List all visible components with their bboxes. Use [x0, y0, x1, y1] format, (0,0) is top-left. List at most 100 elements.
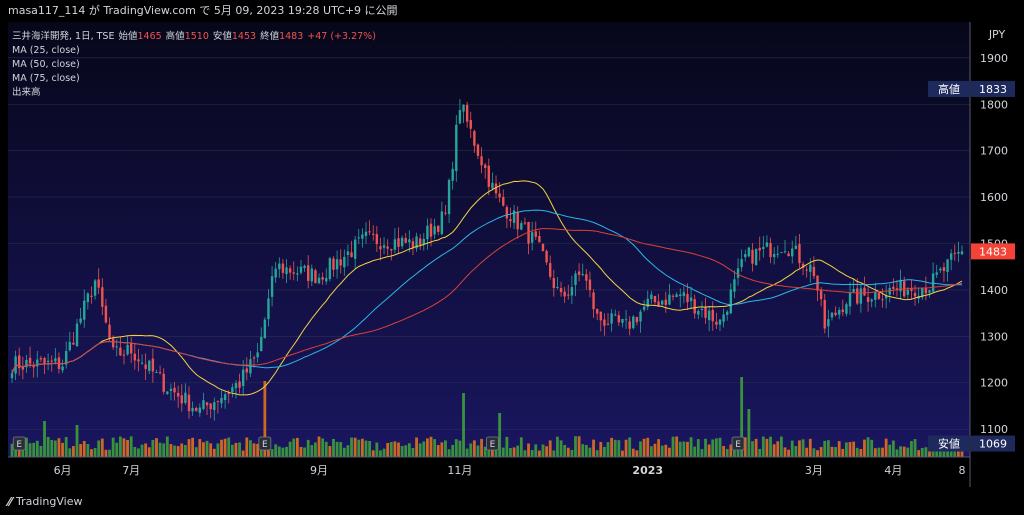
- candle: [848, 292, 852, 307]
- candle: [957, 251, 960, 254]
- candle: [563, 291, 566, 297]
- volume-bar: [252, 443, 256, 457]
- volume-bar: [509, 448, 512, 457]
- price-chart[interactable]: EEEEE JPY1100120013001400150016001700180…: [0, 0, 1024, 489]
- volume-bar: [249, 440, 252, 457]
- volume-bar: [599, 442, 603, 457]
- volume-bar: [906, 447, 910, 457]
- candle: [216, 400, 220, 402]
- y-tick-label: 1800: [980, 98, 1008, 111]
- candle: [328, 258, 332, 280]
- volume-bar: [306, 439, 310, 457]
- volume-bar: [722, 445, 725, 457]
- volume-bar: [274, 444, 278, 457]
- y-tick-label: 1900: [980, 52, 1008, 65]
- volume-bar: [342, 447, 346, 457]
- volume-bar: [79, 444, 83, 457]
- volume-bar: [653, 443, 657, 457]
- volume-bar: [72, 446, 75, 457]
- y-tick-label: 1100: [980, 423, 1008, 436]
- volume-bar: [458, 440, 462, 457]
- candle: [729, 289, 733, 314]
- candle: [39, 358, 43, 360]
- volume-bar: [288, 441, 292, 457]
- candle: [877, 292, 881, 299]
- candle: [791, 248, 794, 257]
- low-tag-value: 1069: [979, 438, 1007, 451]
- candle: [686, 294, 689, 303]
- candle: [599, 311, 602, 321]
- candle: [476, 144, 480, 156]
- candle: [241, 369, 245, 386]
- volume-bar: [574, 436, 577, 457]
- candle: [317, 277, 321, 284]
- volume-bar: [826, 440, 830, 457]
- candle: [859, 288, 863, 304]
- candle: [776, 253, 779, 255]
- x-tick-label: 3月: [805, 464, 823, 477]
- candle: [173, 387, 176, 393]
- volume-bar: [877, 447, 881, 457]
- candle: [332, 258, 335, 270]
- candle: [480, 156, 483, 166]
- volume-bar: [415, 437, 418, 457]
- candle: [130, 342, 133, 354]
- candle: [379, 246, 382, 250]
- candle: [830, 312, 834, 318]
- volume-bar: [400, 445, 404, 457]
- high-tag-value: 1833: [979, 83, 1007, 96]
- volume-bar: [28, 443, 32, 457]
- candle: [671, 295, 675, 297]
- candle: [364, 231, 368, 236]
- volume-bar: [285, 446, 288, 457]
- volume-bar: [61, 442, 64, 457]
- candle: [361, 234, 364, 239]
- volume-bar: [816, 450, 819, 457]
- candle: [523, 222, 527, 224]
- volume-bar: [397, 442, 400, 457]
- candle: [491, 182, 494, 189]
- candle: [787, 253, 790, 257]
- volume-bar: [451, 444, 455, 457]
- candle: [559, 288, 563, 293]
- candle: [296, 273, 299, 275]
- footer: ⁄⁄ TradingView: [0, 489, 1024, 515]
- candle: [812, 266, 816, 277]
- volume-bar: [64, 437, 68, 457]
- x-tick-label: 9月: [310, 464, 328, 477]
- volume-bar: [834, 447, 837, 457]
- candle: [516, 212, 519, 230]
- volume-bar: [173, 445, 176, 457]
- candle: [79, 318, 82, 323]
- tradingview-logo[interactable]: ⁄⁄ TradingView: [8, 495, 82, 509]
- candle: [682, 292, 686, 297]
- volume-bar: [682, 441, 686, 457]
- volume-bar: [566, 447, 570, 457]
- candle: [581, 274, 584, 276]
- volume-bar: [194, 447, 198, 457]
- candle: [874, 291, 877, 300]
- volume-bar: [433, 439, 437, 457]
- volume-bar: [90, 449, 93, 457]
- candle: [140, 362, 144, 364]
- volume-bar: [649, 446, 653, 457]
- volume-bar: [790, 440, 794, 457]
- volume-bar: [368, 440, 372, 457]
- candle: [104, 305, 108, 323]
- volume-bar: [230, 444, 234, 457]
- candle: [397, 238, 400, 247]
- candle: [256, 352, 259, 358]
- volume-bar: [783, 447, 787, 457]
- volume-bar: [86, 444, 90, 457]
- volume-bar: [628, 437, 632, 457]
- candle: [603, 319, 606, 326]
- volume-bar: [646, 437, 650, 457]
- candle: [191, 407, 194, 412]
- volume-bar: [429, 436, 433, 457]
- candle: [567, 294, 570, 296]
- candle: [653, 295, 657, 303]
- volume-bar: [68, 448, 72, 457]
- volume-bar: [881, 447, 884, 457]
- volume-bar: [234, 442, 238, 457]
- candle: [726, 311, 729, 315]
